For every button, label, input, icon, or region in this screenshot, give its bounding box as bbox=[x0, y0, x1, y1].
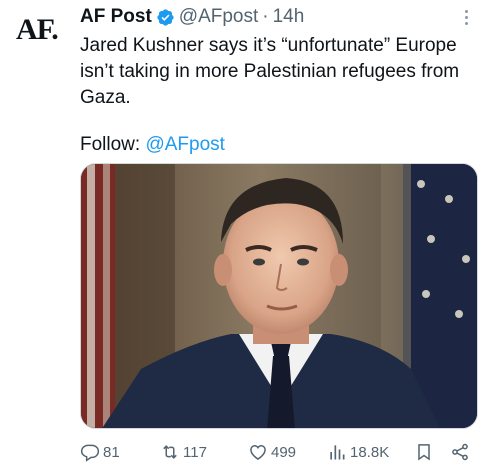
photo-illustration bbox=[81, 164, 477, 428]
tweet-text-line: Gaza. bbox=[80, 87, 131, 108]
header-separator: · bbox=[262, 6, 269, 27]
follow-mention-link[interactable]: @AFpost bbox=[145, 134, 224, 155]
reply-icon bbox=[80, 444, 100, 462]
tweet-actions: 81 117 499 18.8K bbox=[80, 440, 480, 464]
retweet-count: 117 bbox=[183, 443, 207, 461]
author-name[interactable]: AF Post bbox=[80, 6, 152, 28]
like-button[interactable]: 499 bbox=[248, 440, 296, 464]
share-icon bbox=[452, 443, 468, 461]
bookmark-button[interactable] bbox=[414, 440, 434, 464]
views-count: 18.8K bbox=[350, 443, 390, 461]
like-count: 499 bbox=[271, 443, 297, 461]
retweet-button[interactable]: 117 bbox=[160, 440, 207, 464]
tweet-text: Jared Kushner says it’s “unfortunate” Eu… bbox=[80, 33, 485, 111]
avatar[interactable]: AF. bbox=[16, 13, 68, 49]
views-button[interactable]: 18.8K bbox=[327, 440, 389, 464]
reply-button[interactable]: 81 bbox=[80, 440, 120, 464]
author-handle[interactable]: @AFpost bbox=[179, 6, 258, 28]
share-button[interactable] bbox=[450, 440, 470, 464]
tweet-header: AF Post @AFpost · 14h bbox=[80, 4, 304, 30]
tweet-text-line: Jared Kushner says it’s “unfortunate” Eu… bbox=[80, 35, 457, 56]
bookmark-icon bbox=[418, 444, 430, 461]
timestamp[interactable]: 14h bbox=[273, 6, 305, 28]
tweet-text-line: isn’t taking in more Palestinian refugee… bbox=[80, 61, 460, 82]
retweet-icon bbox=[163, 445, 177, 459]
tweet-photo[interactable] bbox=[80, 163, 478, 429]
more-options-icon[interactable] bbox=[462, 10, 470, 28]
verified-badge-icon bbox=[156, 8, 175, 27]
reply-count: 81 bbox=[103, 443, 120, 461]
follow-label: Follow: bbox=[80, 134, 146, 155]
follow-line: Follow: @AFpost bbox=[80, 132, 225, 158]
views-icon bbox=[330, 445, 345, 460]
like-icon bbox=[250, 444, 266, 460]
